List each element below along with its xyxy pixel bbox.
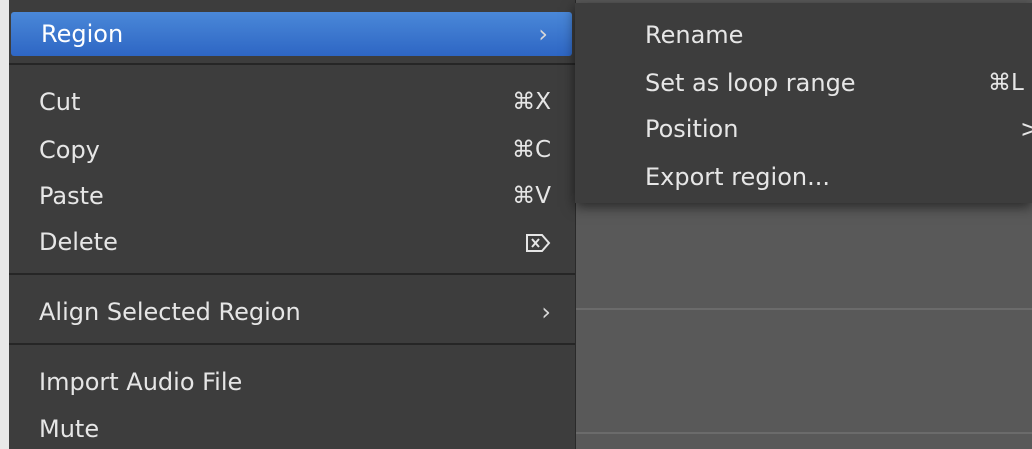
- menu-item-label: Position: [645, 115, 739, 143]
- menu-item-label: Copy: [39, 136, 100, 164]
- menu-item-label: Export region...: [645, 163, 830, 191]
- submenu-item-rename[interactable]: Rename: [575, 12, 1032, 58]
- menu-item-label: Set as loop range: [645, 69, 856, 97]
- menu-item-import-audio-file[interactable]: Import Audio File: [9, 360, 575, 404]
- menu-item-copy[interactable]: Copy ⌘C: [9, 128, 575, 172]
- menu-item-label: Mute: [39, 415, 100, 443]
- menu-item-label: Cut: [39, 88, 81, 116]
- menu-item-cut[interactable]: Cut ⌘X: [9, 80, 575, 124]
- menu-item-delete[interactable]: Delete: [9, 220, 575, 264]
- menu-separator: [9, 273, 575, 275]
- menu-item-label: Import Audio File: [39, 368, 243, 396]
- delete-forward-icon: [525, 229, 551, 255]
- submenu-item-export-region[interactable]: Export region...: [575, 154, 1032, 200]
- menu-item-label: Paste: [39, 182, 104, 210]
- context-menu: Region › Cut ⌘X Copy ⌘C Paste ⌘V Delete: [9, 0, 576, 449]
- menu-item-region[interactable]: Region ›: [11, 12, 572, 56]
- track-divider: [575, 432, 1032, 434]
- menu-separator: [9, 343, 575, 345]
- menu-item-label: Delete: [39, 228, 118, 256]
- track-divider: [575, 308, 1032, 310]
- chevron-right-icon: ›: [538, 20, 548, 48]
- menu-item-label: Rename: [645, 21, 744, 49]
- menu-item-mute[interactable]: Mute: [9, 407, 575, 449]
- region-submenu: Rename Set as loop range ⌘L Position > E…: [575, 3, 1032, 203]
- shortcut-label: ⌘X: [512, 89, 551, 115]
- submenu-item-set-as-loop-range[interactable]: Set as loop range ⌘L: [575, 60, 1032, 106]
- chevron-right-icon: >: [1020, 115, 1032, 143]
- submenu-item-position[interactable]: Position >: [575, 106, 1032, 152]
- menu-item-paste[interactable]: Paste ⌘V: [9, 174, 575, 218]
- menu-item-align-selected-region[interactable]: Align Selected Region ›: [9, 290, 575, 334]
- menu-item-label: Align Selected Region: [39, 298, 301, 326]
- shortcut-label: ⌘L: [988, 70, 1024, 96]
- chevron-right-icon: ›: [541, 298, 551, 326]
- shortcut-label: ⌘V: [512, 183, 551, 209]
- shortcut-label: ⌘C: [511, 137, 551, 163]
- menu-item-label: Region: [41, 20, 124, 48]
- screen: Region › Cut ⌘X Copy ⌘C Paste ⌘V Delete: [0, 0, 1032, 449]
- menu-separator: [9, 63, 575, 65]
